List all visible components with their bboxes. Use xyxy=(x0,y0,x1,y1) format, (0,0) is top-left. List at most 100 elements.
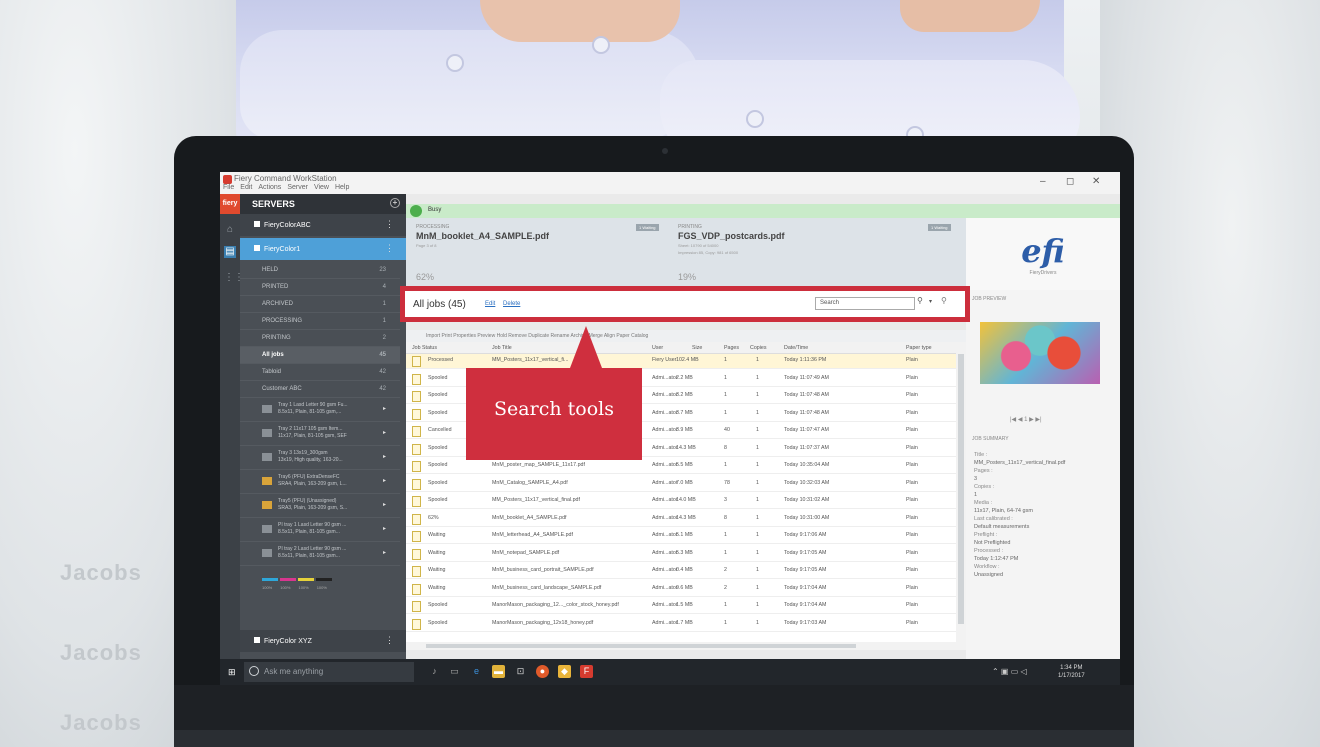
job-toolbar[interactable]: Import Print Properties Preview Hold Rem… xyxy=(406,330,966,342)
table-row[interactable]: Processed MM_Posters_11x17_vertical_fi...… xyxy=(406,354,956,369)
table-row[interactable]: Spooled MnM_Catalog_SAMPLE_A4.pdf Admi...a… xyxy=(406,477,956,492)
minimize-button[interactable]: – xyxy=(1040,176,1046,187)
cell-pages: 1 xyxy=(724,357,727,363)
search-tools-callout: Search tools xyxy=(466,368,642,460)
toner-cyan xyxy=(262,578,278,581)
table-row[interactable]: Waiting MnM_business_card_landscape_SAMPL… xyxy=(406,582,956,597)
delete-link[interactable]: Delete xyxy=(503,301,520,307)
home-icon[interactable]: ⌂ xyxy=(224,224,236,236)
cell-user: Admi...ator xyxy=(652,602,678,608)
microphone-icon[interactable]: ♪ xyxy=(428,665,441,678)
cell-time: Today 10:31:00 AM xyxy=(784,514,830,521)
queue-printing[interactable]: PRINTING 2 xyxy=(240,330,400,347)
search-dropdown-icon[interactable]: ▾ xyxy=(929,298,932,305)
more-icon[interactable]: ⋮ xyxy=(385,219,394,230)
cell-paper: Plain xyxy=(906,584,918,591)
task-view-icon[interactable]: ▭ xyxy=(448,665,461,678)
table-row[interactable]: Waiting MnM_letterhead_A4_SAMPLE.pdf Admi.… xyxy=(406,529,956,544)
more-icon[interactable]: ⋮ xyxy=(385,243,394,254)
servers-header: SERVERS + xyxy=(240,194,406,214)
col-header[interactable]: Date/Time xyxy=(784,345,808,351)
clock-date: 1/17/2017 xyxy=(1058,673,1085,679)
tray-icon xyxy=(262,429,272,437)
search-icon[interactable]: ⚲ xyxy=(917,296,923,305)
scroll-thumb[interactable] xyxy=(958,354,964,624)
col-header[interactable]: Size xyxy=(692,345,702,351)
cell-size: 2.2 MB xyxy=(676,374,693,381)
paper-tray[interactable]: Tray5 (PFU) (Unassigned) SRA3, Plain, 163… xyxy=(240,494,400,518)
queue-tabloid[interactable]: Tabloid 42 xyxy=(240,364,400,381)
more-icon[interactable]: ⋮ xyxy=(385,635,394,646)
system-tray-icons[interactable]: ⌃ ▣ ▭ ◁ xyxy=(992,667,1027,676)
server-item[interactable]: FieryColorABC ⋮ xyxy=(240,214,406,236)
processing-label: PROCESSING xyxy=(416,224,450,230)
menu-file[interactable]: File xyxy=(223,184,234,191)
preview-pager[interactable]: |◀ ◀ 1 ▶ ▶| xyxy=(1010,416,1042,423)
queue-processing[interactable]: PROCESSING 1 xyxy=(240,313,400,330)
menu-view[interactable]: View xyxy=(314,184,329,191)
cell-copies: 1 xyxy=(756,427,759,433)
queue-label: ARCHIVED xyxy=(262,301,294,307)
chrome-icon[interactable]: ● xyxy=(536,665,549,678)
menu-edit[interactable]: Edit xyxy=(240,184,252,191)
menu-server[interactable]: Server xyxy=(287,184,308,191)
paper-tray[interactable]: Tray6 (PFU) ExtraDenseFC SRA4, Plain, 163… xyxy=(240,470,400,494)
queue-count: 23 xyxy=(379,267,386,273)
edit-link[interactable]: Edit xyxy=(485,301,495,307)
horizontal-scrollbar[interactable] xyxy=(406,642,966,650)
windows-start-icon[interactable]: ⊞ xyxy=(228,667,238,677)
col-header[interactable]: Job Title xyxy=(492,345,512,351)
server-icon xyxy=(254,637,260,643)
queue-archived[interactable]: ARCHIVED 1 xyxy=(240,296,400,313)
menu-help[interactable]: Help xyxy=(335,184,349,191)
add-server-icon[interactable]: + xyxy=(390,198,400,208)
table-row[interactable]: Spooled MM_Posters_11x17_vertical_final.p… xyxy=(406,494,956,509)
col-header[interactable]: Paper type xyxy=(906,345,932,351)
paper-tray[interactable]: Tray 2 11x17 105 gsm Item... 11x17, Plain… xyxy=(240,422,400,446)
table-row[interactable]: Spooled ManorMason_packaging_12..._color_… xyxy=(406,599,956,614)
menu-actions[interactable]: Actions xyxy=(258,184,281,191)
tray-media: 8.5x11, Plain, 81-105 gsm... xyxy=(278,553,340,559)
col-header[interactable]: Pages xyxy=(724,345,739,351)
table-row[interactable]: Waiting MnM_notepad_SAMPLE.pdf Admi...ator… xyxy=(406,547,956,562)
summary-field: Workflow : Unassigned xyxy=(974,564,1114,578)
cortana-search[interactable]: Ask me anything xyxy=(244,662,414,682)
close-button[interactable]: ✕ xyxy=(1092,176,1100,187)
table-row[interactable]: Spooled ManorMason_packaging_12x18_honey.… xyxy=(406,617,956,632)
queue-customer-abc[interactable]: Customer ABC 42 xyxy=(240,381,400,398)
server-item[interactable]: FieryColor XYZ ⋮ xyxy=(240,630,406,652)
paper-tray[interactable]: PI tray 2 Lasd Letter 90 gsm ... 8.5x11, … xyxy=(240,542,400,566)
queue-all-jobs[interactable]: All jobs 45 xyxy=(240,347,400,364)
cell-title: MnM_poster_map_SAMPLE_11x17.pdf xyxy=(492,462,585,468)
paper-tray[interactable]: PI tray 1 Lasd Letter 90 gsm ... 8.5x11, … xyxy=(240,518,400,542)
scroll-thumb[interactable] xyxy=(426,644,856,648)
cell-paper: Plain xyxy=(906,427,918,433)
maximize-button[interactable]: ◻ xyxy=(1066,176,1074,187)
server-item-selected[interactable]: FieryColor1 ⋮ xyxy=(240,238,406,260)
table-row[interactable]: 62% MnM_booklet_A4_SAMPLE.pdf Admi...ator 1… xyxy=(406,512,956,527)
app-icon[interactable]: ◆ xyxy=(558,665,571,678)
paper-tray[interactable]: Tray 1 Lasd Letter 90 gsm Fu... 8.5x11, P… xyxy=(240,398,400,422)
file-icon xyxy=(412,391,421,402)
table-row[interactable]: Waiting MnM_business_card_portrait_SAMPLE… xyxy=(406,564,956,579)
table-row[interactable]: Spooled MnM_poster_map_SAMPLE_11x17.pdf Ad… xyxy=(406,459,956,474)
job-center-icon[interactable]: ▤ xyxy=(224,246,236,258)
paper-tray[interactable]: Tray 3 13x19_300gsm 13x19, High quality, … xyxy=(240,446,400,470)
col-header[interactable]: Copies xyxy=(750,345,767,351)
apps-grid-icon[interactable]: ⋮⋮ xyxy=(224,272,244,284)
search-input[interactable]: Search xyxy=(815,297,915,310)
file-explorer-icon[interactable]: ▬ xyxy=(492,665,505,678)
col-header[interactable]: User xyxy=(652,345,663,351)
laptop-camera xyxy=(662,148,668,154)
cell-status: Spooled xyxy=(428,444,448,451)
edge-icon[interactable]: e xyxy=(470,665,483,678)
col-header[interactable]: Job Status xyxy=(412,345,437,351)
fiery-taskbar-icon[interactable]: F xyxy=(580,665,593,678)
clock[interactable]: 1:34 PM 1/17/2017 xyxy=(1058,664,1085,680)
queue-held[interactable]: HELD 23 xyxy=(240,262,400,279)
filter-icon[interactable]: ⚲ xyxy=(941,296,947,305)
queue-printed[interactable]: PRINTED 4 xyxy=(240,279,400,296)
store-icon[interactable]: ⊡ xyxy=(514,665,527,678)
vertical-scrollbar[interactable] xyxy=(956,342,966,642)
cell-pages: 2 xyxy=(724,567,727,573)
